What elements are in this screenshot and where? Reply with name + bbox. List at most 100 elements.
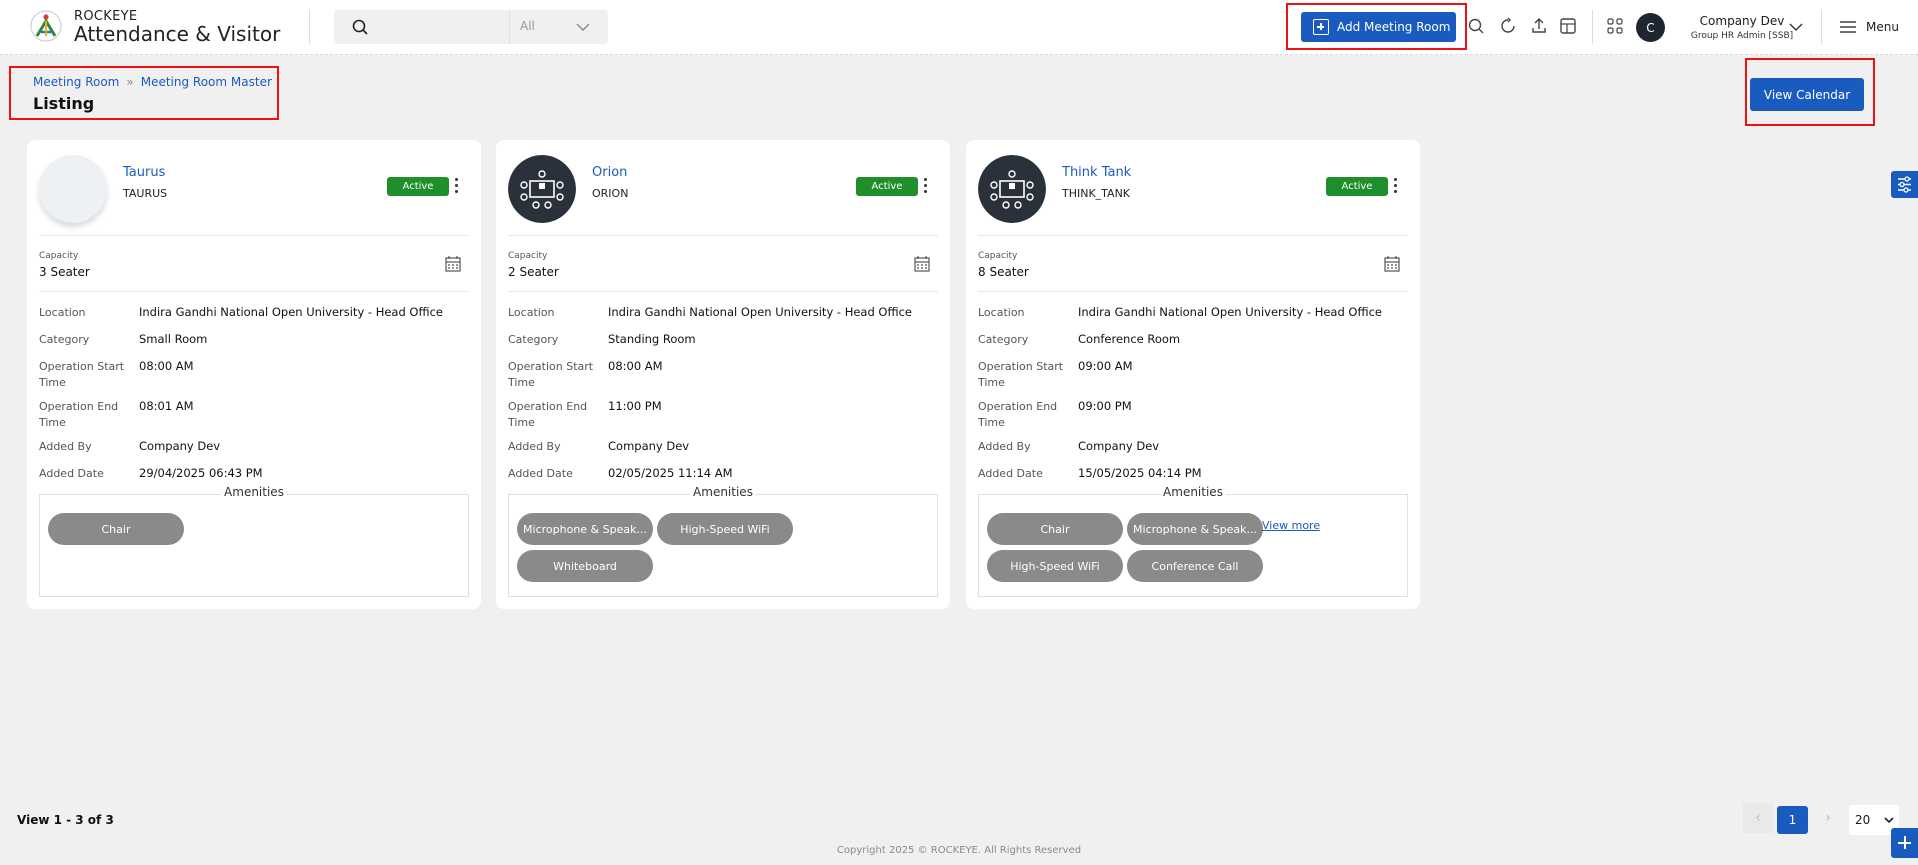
table-view-icon[interactable] xyxy=(1559,17,1577,35)
refresh-icon[interactable] xyxy=(1499,17,1517,35)
status-badge: Active xyxy=(856,177,918,196)
capacity-value: 8 Seater xyxy=(978,265,1029,279)
added-by-label: Added By xyxy=(508,440,561,453)
room-code: THINK_TANK xyxy=(1062,187,1131,200)
page-title: Listing xyxy=(33,94,95,113)
user-name[interactable]: Company Dev xyxy=(1677,14,1807,28)
divider xyxy=(39,291,469,292)
added-date-value: 15/05/2025 04:14 PM xyxy=(1078,466,1202,480)
search-filter-select[interactable]: All xyxy=(520,19,535,33)
amenity-chip: High-Speed WiFi xyxy=(987,550,1123,582)
added-by-value: Company Dev xyxy=(139,439,221,453)
op-start-label: Operation Start Time xyxy=(39,360,125,389)
add-meeting-room-label: Add Meeting Room xyxy=(1337,20,1451,34)
chevron-down-icon[interactable] xyxy=(576,21,590,33)
capacity-value: 2 Seater xyxy=(508,265,559,279)
divider xyxy=(508,235,938,236)
meeting-room-image xyxy=(978,155,1046,223)
breadcrumb: Meeting Room » Meeting Room Master xyxy=(33,75,272,89)
chevron-down-icon[interactable] xyxy=(1789,21,1803,33)
added-by-label: Added By xyxy=(978,440,1031,453)
room-name-link[interactable]: Taurus xyxy=(123,165,165,180)
capacity-label: Capacity xyxy=(39,251,79,261)
divider xyxy=(508,291,938,292)
add-meeting-room-button[interactable]: Add Meeting Room xyxy=(1301,12,1456,42)
calendar-icon[interactable] xyxy=(1384,256,1400,272)
room-code: TAURUS xyxy=(123,187,168,200)
room-name-link[interactable]: Think Tank xyxy=(1062,165,1131,180)
location-value: Indira Gandhi National Open University -… xyxy=(139,305,444,319)
record-count: View 1 - 3 of 3 xyxy=(17,813,114,827)
more-options-icon[interactable] xyxy=(924,177,928,194)
added-date-label: Added Date xyxy=(39,467,104,480)
op-start-label: Operation Start Time xyxy=(978,360,1064,389)
calendar-icon[interactable] xyxy=(914,256,930,272)
filter-sliders-icon[interactable] xyxy=(1891,171,1918,198)
location-value: Indira Gandhi National Open University -… xyxy=(1078,305,1383,319)
location-label: Location xyxy=(978,306,1025,319)
hamburger-menu-icon[interactable] xyxy=(1840,20,1856,34)
next-page-button[interactable]: › xyxy=(1813,803,1843,833)
amenities-box: Amenities Microphone & Speak... High-Spe… xyxy=(508,485,938,597)
category-label: Category xyxy=(508,333,559,346)
amenity-chip: High-Speed WiFi xyxy=(657,513,793,545)
amenity-chip: Chair xyxy=(48,513,184,545)
room-card-think-tank: Think Tank THINK_TANK Active Capacity 8 … xyxy=(966,140,1420,609)
added-date-value: 29/04/2025 06:43 PM xyxy=(139,466,263,480)
amenity-chip: Whiteboard xyxy=(517,550,653,582)
divider xyxy=(978,291,1408,292)
header-divider xyxy=(1821,10,1822,44)
op-start-value: 08:00 AM xyxy=(139,359,194,373)
chevron-right-icon: » xyxy=(126,75,134,89)
search-bar[interactable]: All xyxy=(334,10,608,44)
room-card-taurus: Taurus TAURUS Active Capacity 3 Seater L… xyxy=(27,140,481,609)
header-divider xyxy=(309,10,310,44)
apps-grid-icon[interactable] xyxy=(1606,17,1624,35)
category-value: Conference Room xyxy=(1078,332,1181,346)
category-label: Category xyxy=(978,333,1029,346)
room-code: ORION xyxy=(592,187,629,200)
more-options-icon[interactable] xyxy=(1394,177,1398,194)
copyright-text: Copyright 2025 © ROCKEYE. All Rights Res… xyxy=(836,845,1082,856)
status-badge: Active xyxy=(1326,177,1388,196)
amenity-chip: Chair xyxy=(987,513,1123,545)
rockeye-logo-icon xyxy=(30,10,62,42)
top-header: ROCKEYE Attendance & Visitor All Add Mee… xyxy=(0,0,1918,55)
amenities-title: Amenities xyxy=(1160,485,1226,499)
amenities-title: Amenities xyxy=(690,485,756,499)
more-options-icon[interactable] xyxy=(455,177,459,194)
added-by-label: Added By xyxy=(39,440,92,453)
view-more-link[interactable]: View more xyxy=(1262,519,1320,532)
divider xyxy=(39,235,469,236)
breadcrumb-meeting-room[interactable]: Meeting Room xyxy=(33,75,119,89)
prev-page-button[interactable]: ‹ xyxy=(1743,803,1773,833)
search-icon[interactable] xyxy=(1467,17,1485,35)
location-value: Indira Gandhi National Open University -… xyxy=(608,305,913,319)
status-badge: Active xyxy=(387,177,449,196)
amenities-box: Amenities Chair Microphone & Speak... Vi… xyxy=(978,485,1408,597)
added-by-value: Company Dev xyxy=(608,439,690,453)
search-divider xyxy=(509,10,510,44)
meeting-room-image xyxy=(508,155,576,223)
amenities-box: Amenities Chair xyxy=(39,485,469,597)
upload-icon[interactable] xyxy=(1530,17,1548,35)
location-label: Location xyxy=(508,306,555,319)
menu-button[interactable]: Menu xyxy=(1866,20,1899,34)
room-card-orion: Orion ORION Active Capacity 2 Seater Loc… xyxy=(496,140,950,609)
category-label: Category xyxy=(39,333,90,346)
amenity-chip: Microphone & Speak... xyxy=(517,513,653,545)
op-start-value: 09:00 AM xyxy=(1078,359,1133,373)
page-size-value: 20 xyxy=(1855,813,1871,827)
page-number-button[interactable]: 1 xyxy=(1777,806,1808,834)
calendar-icon[interactable] xyxy=(445,256,461,272)
view-calendar-button[interactable]: View Calendar xyxy=(1750,78,1864,111)
header-divider xyxy=(1592,10,1593,44)
breadcrumb-meeting-room-master[interactable]: Meeting Room Master xyxy=(141,75,272,89)
avatar[interactable]: C xyxy=(1636,13,1665,42)
add-fab-button[interactable] xyxy=(1891,828,1918,858)
app-title: Attendance & Visitor xyxy=(74,22,281,46)
capacity-value: 3 Seater xyxy=(39,265,90,279)
added-date-value: 02/05/2025 11:14 AM xyxy=(608,466,733,480)
op-end-value: 08:01 AM xyxy=(139,399,194,413)
room-name-link[interactable]: Orion xyxy=(592,165,627,180)
